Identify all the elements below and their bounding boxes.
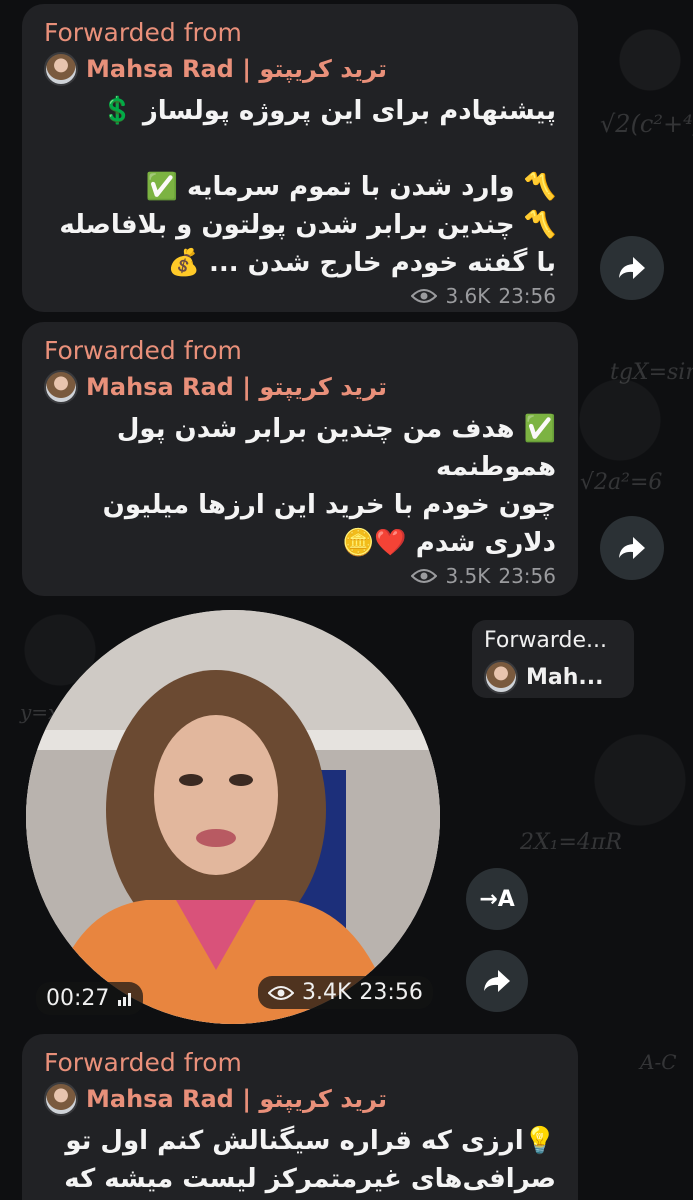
doodle-math: √2(c²+⁴) <box>600 110 693 138</box>
message-time: 23:56 <box>498 564 556 588</box>
share-button[interactable] <box>600 236 664 300</box>
avatar <box>44 52 78 86</box>
forward-source[interactable]: Mahsa Rad | ترید کریپتو <box>44 1082 556 1116</box>
forwarded-from-label: Forwarded from <box>44 1048 242 1077</box>
avatar <box>484 660 518 694</box>
views-count: 3.5K <box>445 564 491 588</box>
chat-background: √2(c²+⁴) tgX=sinX/cosX √2a²=6 2X₁=4πR A-… <box>0 0 693 1200</box>
message-text: پیشنهادم برای این پروژه پولساز 💲 〽️ وارد… <box>59 96 556 278</box>
video-forward-header[interactable]: Forwarde... Mah... <box>472 620 634 698</box>
forward-source[interactable]: Mahsa Rad | ترید کریپتو <box>44 52 556 86</box>
audio-bars-icon <box>118 992 132 1006</box>
message-bubble[interactable]: Forwarded from Mahsa Rad | ترید کریپتو ✅… <box>22 322 578 596</box>
doodle-math: √2a²=6 <box>580 470 663 495</box>
video-duration-badge: 00:27 <box>36 982 144 1015</box>
views-count: 3.6K <box>445 284 491 308</box>
forwarded-from-label: Forwarded from <box>44 336 242 365</box>
message-text: 💡ارزی که قراره سیگنالش کنم اول تو صرافی‌… <box>64 1126 556 1194</box>
doodle-math: tgX=sinX/cosX <box>610 360 693 385</box>
translate-icon: →A <box>479 886 515 912</box>
message-bubble[interactable]: Forwarded from Mahsa Rad | ترید کریپتو 💡… <box>22 1034 578 1200</box>
views-count: 3.4K <box>302 980 352 1005</box>
source-name[interactable]: Mahsa Rad | ترید کریپتو <box>86 1085 387 1113</box>
avatar <box>44 1082 78 1116</box>
share-button[interactable] <box>466 950 528 1012</box>
source-name[interactable]: Mah... <box>526 665 603 690</box>
message-time: 23:56 <box>498 284 556 308</box>
forwarded-from-label: Forwarde... <box>484 628 607 653</box>
forward-arrow-icon <box>619 537 645 559</box>
source-name[interactable]: Mahsa Rad | ترید کریپتو <box>86 373 387 401</box>
source-name[interactable]: Mahsa Rad | ترید کریپتو <box>86 55 387 83</box>
views-icon <box>411 569 438 583</box>
message-text: ✅ هدف من چندین برابر شدن پول هموطنمه چون… <box>102 414 556 558</box>
doodle-math: A-C <box>640 1050 677 1074</box>
forward-arrow-icon <box>484 970 510 992</box>
forwarded-from-label: Forwarded from <box>44 18 242 47</box>
forward-source[interactable]: Mah... <box>484 660 622 694</box>
message-bubble[interactable]: Forwarded from Mahsa Rad | ترید کریپتو پ… <box>22 4 578 312</box>
video-duration: 00:27 <box>46 986 110 1011</box>
translate-button[interactable]: →A <box>466 868 528 930</box>
message-meta: 3.5K 23:56 <box>44 564 556 588</box>
video-thumbnail <box>26 610 440 1024</box>
message-meta: 3.6K 23:56 <box>44 284 556 308</box>
forward-source[interactable]: Mahsa Rad | ترید کریپتو <box>44 370 556 404</box>
video-meta-badge: 3.4K 23:56 <box>258 976 433 1009</box>
views-icon <box>411 289 438 303</box>
forward-arrow-icon <box>619 257 645 279</box>
share-button[interactable] <box>600 516 664 580</box>
doodle-math: 2X₁=4πR <box>520 830 622 855</box>
video-message[interactable] <box>26 610 440 1024</box>
message-time: 23:56 <box>359 980 423 1005</box>
avatar <box>44 370 78 404</box>
views-icon <box>268 985 294 1000</box>
